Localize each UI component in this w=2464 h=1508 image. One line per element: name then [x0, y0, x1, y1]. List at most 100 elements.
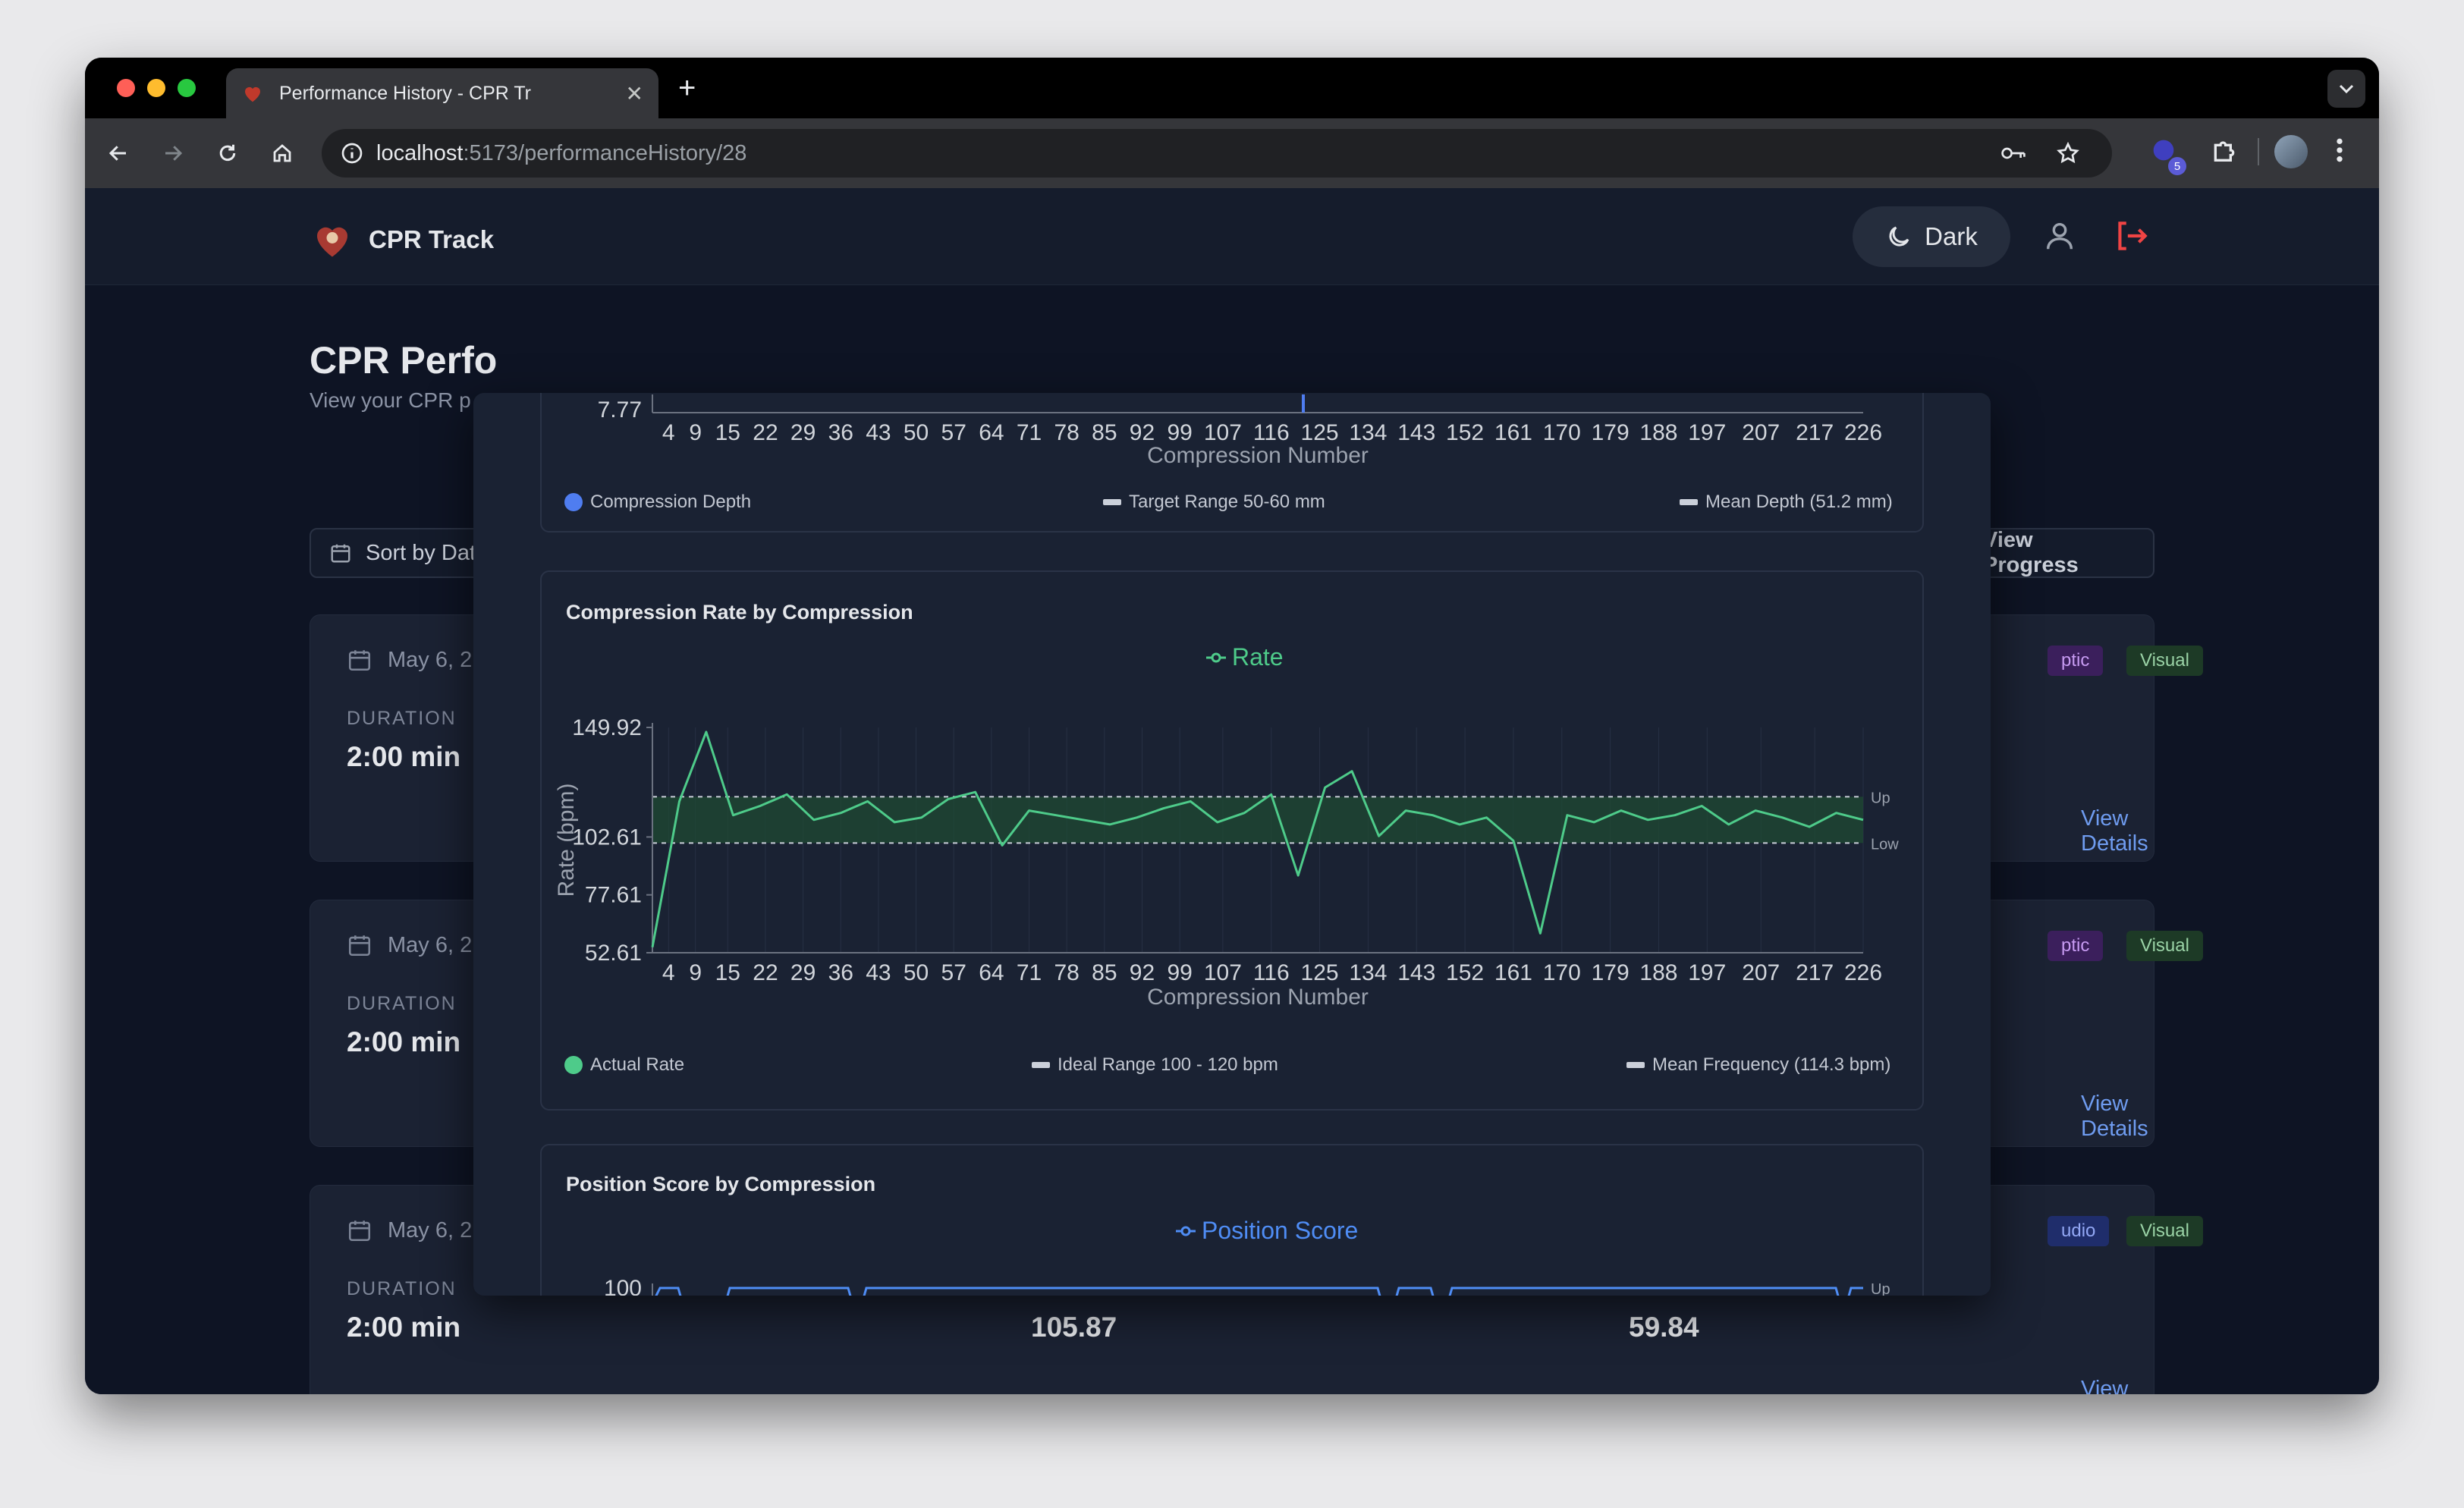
calendar-icon — [348, 1221, 371, 1242]
rate-series-legend-marker — [1211, 652, 1221, 663]
logout-icon[interactable] — [2112, 217, 2150, 255]
tab-strip: Performance History - CPR Tr ✕ + — [85, 58, 2379, 118]
view-details-link[interactable]: View Details — [2081, 1377, 2154, 1394]
depth-x-tick: 4 — [662, 420, 675, 445]
rate-y-tick: 149.92 — [572, 715, 642, 740]
session-date: May 6, 2 — [347, 647, 472, 673]
back-icon[interactable] — [102, 137, 135, 170]
new-tab-icon[interactable]: + — [678, 73, 696, 103]
rate-x-tick: 226 — [1844, 960, 1882, 985]
calendar-icon — [348, 935, 371, 957]
session-date-text: May 6, 2 — [388, 932, 473, 957]
duration-value: 2:00 min — [347, 741, 461, 772]
browser-tab[interactable]: Performance History - CPR Tr ✕ — [226, 68, 658, 118]
close-tab-icon[interactable]: ✕ — [626, 81, 643, 106]
duration-label: DURATION — [347, 708, 457, 729]
extensions-puzzle-icon[interactable] — [2209, 135, 2239, 169]
legend-mean-frequency[interactable]: Mean Frequency (114.3 bpm) — [1626, 1054, 1890, 1076]
theme-toggle-button[interactable]: Dark — [1853, 206, 2010, 267]
depth-x-tick: 161 — [1494, 420, 1532, 445]
brand[interactable]: CPR Track — [310, 217, 494, 262]
depth-x-tick: 29 — [790, 420, 816, 445]
rate-x-tick: 170 — [1543, 960, 1581, 985]
depth-x-tick: 188 — [1639, 420, 1677, 445]
depth-x-tick: 179 — [1592, 420, 1630, 445]
session-date: May 6, 2 — [347, 1217, 472, 1243]
browser-window: Performance History - CPR Tr ✕ + localho… — [85, 58, 2379, 1394]
rate-x-tick: 152 — [1446, 960, 1484, 985]
rate-card-title: Compression Rate by Compression — [566, 601, 913, 624]
legend-actual-rate[interactable]: Actual Rate — [564, 1054, 684, 1076]
position-series-legend-marker — [1180, 1226, 1191, 1236]
depth-x-tick: 50 — [904, 420, 929, 445]
rate-x-tick: 134 — [1349, 960, 1387, 985]
mode-badge-haptic: ptic — [2048, 931, 2104, 961]
mode-badge-haptic: ptic — [2048, 646, 2104, 676]
depth-x-tick: 197 — [1688, 420, 1726, 445]
browser-menu-icon[interactable] — [2334, 135, 2346, 169]
rate-x-tick: 64 — [979, 960, 1004, 985]
minimize-window-button[interactable] — [147, 79, 165, 97]
sort-label: Sort by Dat — [366, 540, 476, 565]
depth-y-tick: 7.77 — [598, 397, 642, 423]
depth-x-tick: 43 — [866, 420, 891, 445]
rate-x-tick: 92 — [1130, 960, 1155, 985]
user-profile-icon[interactable] — [2042, 218, 2077, 253]
legend-mean-depth[interactable]: Mean Depth (51.2 mm) — [1680, 492, 1893, 513]
tab-search-icon[interactable] — [2327, 70, 2365, 108]
rate-x-tick: 57 — [941, 960, 966, 985]
depth-x-tick: 99 — [1167, 420, 1192, 445]
calendar-icon — [348, 650, 371, 671]
depth-x-tick: 217 — [1796, 420, 1834, 445]
mode-badge-visual: Visual — [2126, 931, 2203, 961]
rate-x-tick: 107 — [1204, 960, 1242, 985]
rate-x-tick: 217 — [1796, 960, 1834, 985]
forward-icon[interactable] — [156, 137, 190, 170]
bookmark-star-icon[interactable] — [2056, 141, 2080, 165]
rate-x-tick: 29 — [790, 960, 816, 985]
toolbar-divider — [2258, 138, 2259, 165]
depth-x-tick: 170 — [1543, 420, 1581, 445]
session-details-modal[interactable]: 7.77 4 9 15 22 29 36 43 50 57 64 71 78 85 92 99 107 116 1… — [473, 393, 1991, 1296]
depth-x-tick: 207 — [1742, 420, 1780, 445]
profile-avatar[interactable] — [2274, 135, 2308, 168]
legend-target-range[interactable]: Target Range 50-60 mm — [1103, 492, 1325, 513]
heart-logo-icon — [317, 227, 347, 257]
rate-y-tick: 102.61 — [572, 825, 642, 850]
reload-icon[interactable] — [211, 137, 244, 170]
rate-x-tick: 99 — [1167, 960, 1192, 985]
rate-x-tick: 161 — [1494, 960, 1532, 985]
rate-x-tick: 4 — [662, 960, 675, 985]
url-path: :5173/performanceHistory/28 — [463, 140, 747, 165]
site-info-icon[interactable] — [340, 141, 364, 165]
view-progress-button[interactable]: View Progress — [1982, 528, 2154, 578]
rate-x-tick: 9 — [689, 960, 702, 985]
home-icon[interactable] — [266, 137, 299, 170]
password-key-icon[interactable] — [2000, 141, 2027, 165]
extension-icon[interactable]: 5 — [2148, 135, 2186, 175]
position-y-tick: 100 — [604, 1276, 642, 1296]
maximize-window-button[interactable] — [178, 79, 196, 97]
legend-compression-depth[interactable]: Compression Depth — [564, 492, 751, 513]
rate-x-tick: 188 — [1639, 960, 1677, 985]
brand-name: CPR Track — [369, 225, 495, 253]
mode-badge-audio: udio — [2048, 1216, 2110, 1246]
close-window-button[interactable] — [117, 79, 135, 97]
extension-badge: 5 — [2168, 157, 2186, 175]
view-details-link[interactable]: View Details — [2081, 1092, 2154, 1142]
session-date: May 6, 2 — [347, 932, 472, 958]
legend-ideal-range[interactable]: Ideal Range 100 - 120 bpm — [1032, 1054, 1278, 1076]
duration-value: 2:00 min — [347, 1026, 461, 1057]
rate-x-tick: 197 — [1688, 960, 1726, 985]
depth-chart-card: 7.77 4 9 15 22 29 36 43 50 57 64 71 78 85 92 99 107 116 1… — [540, 393, 1924, 533]
duration-label: DURATION — [347, 1278, 457, 1299]
depth-x-tick: 78 — [1054, 420, 1079, 445]
calendar-icon — [331, 544, 350, 563]
address-bar[interactable]: localhost:5173/performanceHistory/28 — [322, 129, 2112, 178]
view-details-link[interactable]: View Details — [2081, 806, 2154, 856]
position-series-legend-label: Position Score — [1202, 1217, 1358, 1244]
view-progress-label: View Progress — [1983, 528, 2079, 577]
rate-x-tick: 78 — [1054, 960, 1079, 985]
rate-x-tick: 85 — [1092, 960, 1117, 985]
rate-x-tick: 50 — [904, 960, 929, 985]
